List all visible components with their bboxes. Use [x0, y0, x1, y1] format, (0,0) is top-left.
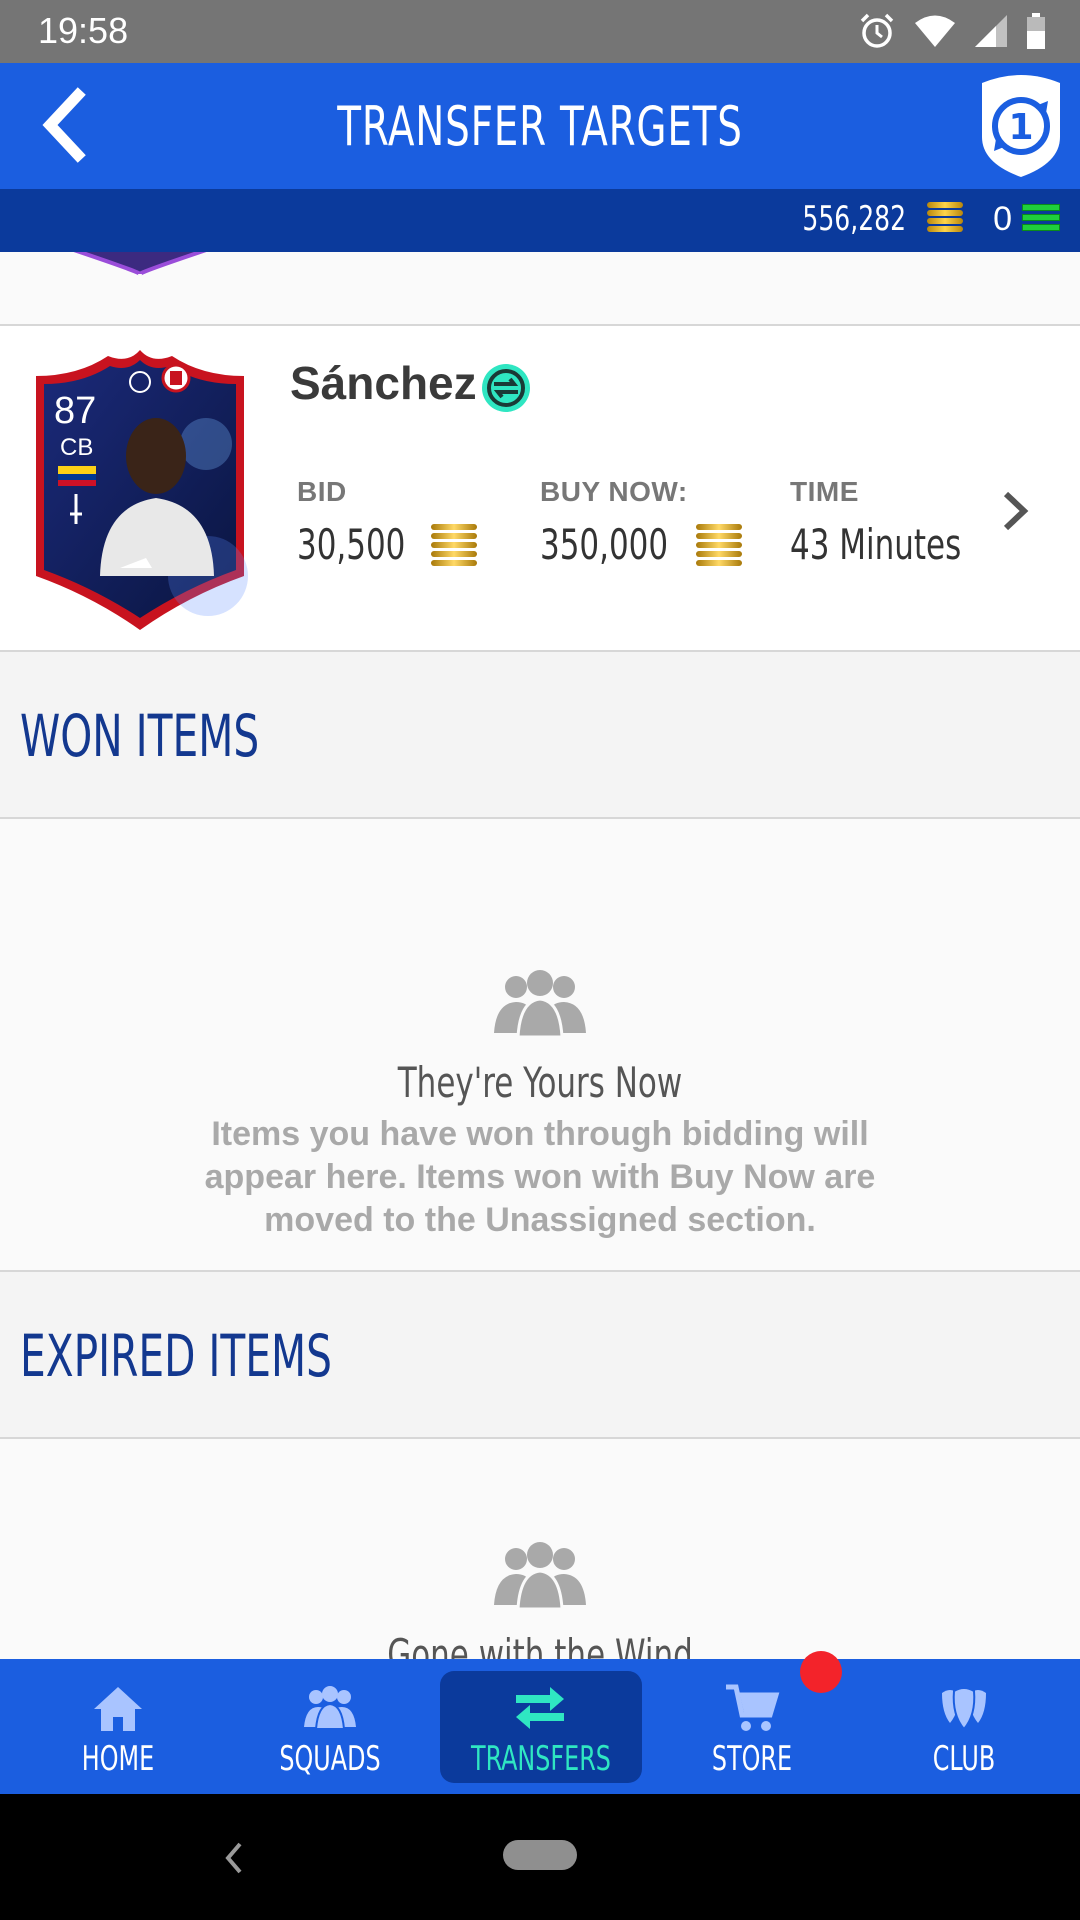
player-position: CB [60, 434, 94, 461]
wifi-icon [915, 15, 955, 47]
points-icon [1022, 204, 1060, 234]
buy-now-column: BUY NOW: 350,000 [540, 476, 743, 569]
home-pill[interactable] [503, 1840, 577, 1870]
bottom-navigation: HOME SQUADS TRANSFERS STORE CLUB [0, 1659, 1080, 1794]
time-column: TIME 43 Minutes [790, 476, 999, 569]
status-time: 19:58 [38, 10, 129, 51]
svg-text:1: 1 [1008, 107, 1033, 148]
app-bar: TRANSFER TARGETS 1 [0, 63, 1080, 189]
player-name: Sánchez [290, 357, 477, 409]
tab-home[interactable]: HOME [18, 1659, 218, 1794]
previous-player-card[interactable] [30, 252, 250, 312]
squads-icon [304, 1686, 356, 1730]
player-card[interactable] [28, 346, 252, 632]
bid-column: BID 30,500 [297, 476, 478, 569]
tab-store-label: STORE [711, 1739, 793, 1779]
system-back-icon[interactable] [222, 1838, 246, 1878]
expired-empty-title: Gone with the Wind [387, 1630, 693, 1659]
coins-balance: 556,282 [801, 199, 906, 239]
bid-label: BID [297, 476, 347, 507]
transfers-icon [516, 1687, 564, 1729]
buy-now-value: 350,000 [540, 520, 669, 569]
tab-club[interactable]: CLUB [864, 1659, 1064, 1794]
back-arrow-icon[interactable] [30, 85, 110, 165]
tab-transfers-label: TRANSFERS [471, 1739, 611, 1779]
time-value: 43 Minutes [790, 520, 962, 569]
tab-home-label: HOME [81, 1739, 155, 1779]
alarm-icon [860, 13, 894, 48]
expired-items-header: EXPIRED ITEMS [0, 1272, 1080, 1437]
currency-bar: 556,282 0 [0, 189, 1080, 252]
player-rating: 87 [54, 390, 97, 432]
tab-club-label: CLUB [932, 1739, 996, 1779]
home-icon [94, 1687, 142, 1731]
tab-squads-label: SQUADS [279, 1739, 381, 1779]
coins-icon [927, 202, 964, 236]
won-empty-line-3: moved to the Unassigned section. [264, 1201, 816, 1239]
transfer-target-row[interactable]: 87 CB Sánchez BID 30,500 BUY NOW: 350,00… [0, 326, 1080, 650]
status-bar: 19:58 [0, 0, 1080, 63]
signal-icon [975, 15, 1007, 47]
won-empty-line-2: appear here. Items won with Buy Now are [204, 1158, 876, 1196]
objectives-badge-icon[interactable]: 1 [976, 71, 1066, 181]
bid-value: 30,500 [297, 520, 406, 569]
won-empty-line-1: Items you have won through bidding will [211, 1115, 869, 1153]
system-navigation-bar [0, 1794, 1080, 1920]
won-items-header: WON ITEMS [0, 652, 1080, 817]
points-balance: 0 [993, 199, 1012, 238]
people-group-icon [494, 970, 586, 1039]
expired-items-heading: EXPIRED ITEMS [20, 1322, 332, 1390]
tab-transfers[interactable]: TRANSFERS [440, 1671, 642, 1783]
expired-items-empty-state: Gone with the Wind [0, 1439, 1080, 1659]
battery-icon [1027, 13, 1045, 49]
store-notification-dot [800, 1651, 842, 1693]
transfer-targets-list[interactable]: 87 CB Sánchez BID 30,500 BUY NOW: 350,00… [0, 252, 1080, 1659]
tab-squads[interactable]: SQUADS [230, 1659, 430, 1794]
won-items-heading: WON ITEMS [20, 702, 260, 770]
chemistry-style-icon [482, 364, 530, 412]
people-group-icon [494, 1542, 586, 1611]
time-label: TIME [790, 476, 859, 507]
status-icons [858, 12, 1046, 50]
buy-now-label: BUY NOW: [540, 476, 688, 507]
won-empty-title: They're Yours Now [397, 1058, 683, 1107]
coin-icon [431, 523, 478, 566]
coin-icon [696, 523, 743, 566]
club-icon [942, 1687, 986, 1731]
chevron-right-icon[interactable] [998, 486, 1034, 536]
page-title: TRANSFER TARGETS [337, 95, 743, 158]
cart-icon [726, 1684, 780, 1731]
